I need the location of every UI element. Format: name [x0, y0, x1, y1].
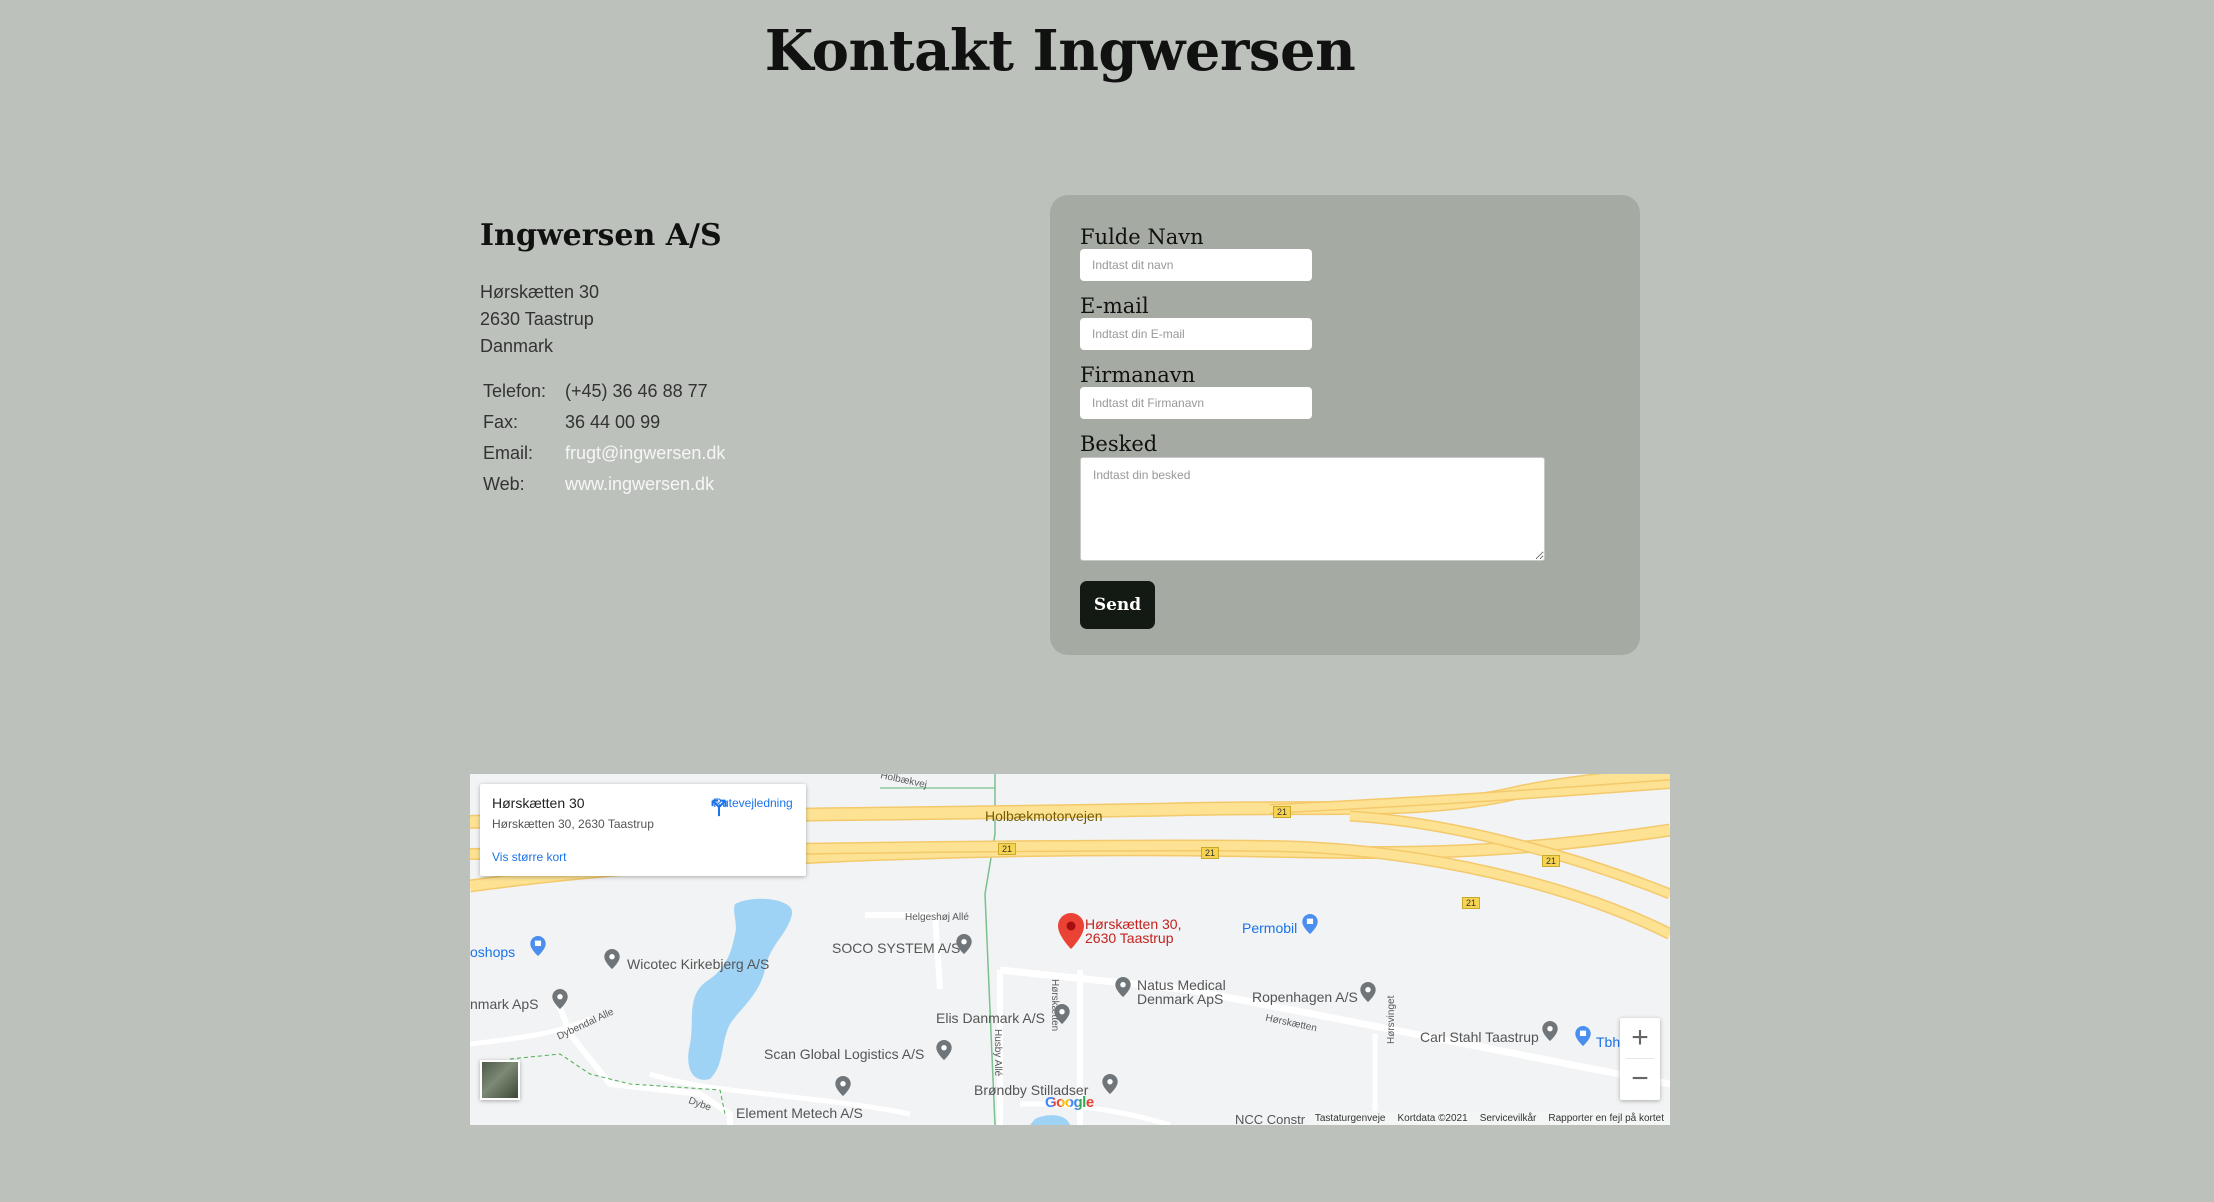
marker-label-line1: Hørskætten 30, — [1085, 916, 1182, 932]
google-logo-text: Google — [1045, 1094, 1094, 1111]
place-pin-icon — [1054, 1004, 1070, 1024]
email-link[interactable]: frugt@ingwersen.dk — [565, 443, 725, 464]
poi-carl-stahl[interactable]: Carl Stahl Taastrup — [1420, 1029, 1539, 1045]
company-input[interactable] — [1080, 387, 1312, 419]
place-pin-icon — [956, 934, 972, 954]
road-label-horsvinget: Hørsvinget — [1386, 995, 1397, 1044]
poi-ropenhagen[interactable]: Ropenhagen A/S — [1252, 989, 1358, 1005]
contact-row-email: Email: frugt@ingwersen.dk — [480, 438, 1040, 469]
message-textarea[interactable] — [1080, 457, 1545, 561]
map-data-label: Kortdata ©2021 — [1397, 1112, 1468, 1124]
company-address: Hørskætten 30 2630 Taastrup Danmark — [480, 279, 1040, 360]
report-error-link[interactable]: Rapporter en fejl på kortet — [1548, 1113, 1664, 1124]
road-label-husby: Husby Allé — [992, 1029, 1003, 1077]
road-label-helgeshoj: Helgeshøj Allé — [905, 912, 969, 923]
place-pin-icon — [1360, 982, 1376, 1002]
route-shield: 21 — [1462, 897, 1481, 909]
place-pin-icon — [1115, 977, 1131, 997]
route-shield: 21 — [1273, 806, 1292, 818]
address-street: Hørskætten 30 — [480, 282, 600, 302]
email-label: Email: — [483, 443, 534, 463]
contact-form: Fulde Navn E-mail Firmanavn Besked Send — [1050, 195, 1640, 655]
shop-pin-icon — [1575, 1026, 1591, 1046]
poi-scan-global[interactable]: Scan Global Logistics A/S — [764, 1046, 924, 1062]
poi-tbh[interactable]: Tbh — [1596, 1034, 1620, 1050]
map-pin-icon[interactable] — [1058, 913, 1084, 949]
place-pin-icon — [552, 989, 568, 1009]
shop-pin-icon — [530, 936, 546, 956]
contact-row-web: Web: www.ingwersen.dk — [480, 469, 1040, 500]
satellite-toggle[interactable] — [480, 1060, 520, 1100]
message-label: Besked — [1080, 432, 1158, 456]
zoom-controls: + − — [1620, 1018, 1660, 1100]
page-title: Kontakt Ingwersen — [764, 18, 1356, 84]
keyboard-shortcuts-link[interactable]: Tastaturgenveje — [1315, 1113, 1386, 1124]
fax-label: Fax: — [483, 412, 519, 432]
road-label-motorway: Holbækmotorvejen — [985, 808, 1103, 824]
company-info: Ingwersen A/S Hørskætten 30 2630 Taastru… — [480, 218, 1040, 500]
contact-row-fax: Fax: 36 44 00 99 — [480, 407, 1040, 438]
address-country: Danmark — [480, 336, 554, 356]
marker-label-line2: 2630 Taastrup — [1085, 930, 1174, 946]
info-card-address: Hørskætten 30, 2630 Taastrup — [492, 817, 654, 831]
route-shield: 21 — [1542, 855, 1561, 867]
map-info-card: Hørskætten 30 Hørskætten 30, 2630 Taastr… — [480, 784, 806, 876]
company-name: Ingwersen A/S — [480, 218, 722, 253]
view-larger-map-link[interactable]: Vis større kort — [492, 850, 566, 864]
phone-label: Telefon: — [483, 381, 547, 401]
send-button[interactable]: Send — [1080, 581, 1155, 629]
fax-value: 36 44 00 99 — [565, 412, 661, 432]
directions-icon — [711, 799, 727, 817]
name-input[interactable] — [1080, 249, 1312, 281]
shop-pin-icon — [1302, 914, 1318, 934]
route-shield: 21 — [1201, 847, 1220, 859]
zoom-in-button[interactable]: + — [1620, 1018, 1660, 1058]
poi-wicotec[interactable]: Wicotec Kirkebjerg A/S — [627, 956, 769, 972]
poi-oshops[interactable]: oshops — [470, 944, 515, 960]
place-pin-icon — [604, 949, 620, 969]
phone-value: (+45) 36 46 88 77 — [565, 381, 708, 401]
zoom-out-button[interactable]: − — [1620, 1059, 1660, 1099]
poi-element-metech[interactable]: Element Metech A/S — [736, 1105, 863, 1121]
poi-permobil[interactable]: Permobil — [1242, 920, 1297, 936]
web-link[interactable]: www.ingwersen.dk — [565, 474, 714, 495]
address-city: 2630 Taastrup — [480, 309, 594, 329]
contact-table: Telefon: (+45) 36 46 88 77 Fax: 36 44 00… — [480, 376, 1040, 500]
name-label: Fulde Navn — [1080, 225, 1204, 249]
web-label: Web: — [483, 474, 525, 494]
place-pin-icon — [835, 1076, 851, 1096]
place-pin-icon — [1102, 1074, 1118, 1094]
info-card-title: Hørskætten 30 — [492, 795, 585, 811]
poi-ncc[interactable]: NCC Constr — [1235, 1112, 1305, 1125]
poi-nmark[interactable]: nmark ApS — [470, 996, 538, 1012]
company-label: Firmanavn — [1080, 363, 1196, 387]
route-shield: 21 — [998, 843, 1017, 855]
place-pin-icon — [1542, 1021, 1558, 1041]
contact-row-phone: Telefon: (+45) 36 46 88 77 — [480, 376, 1040, 407]
google-logo: Google — [1045, 1094, 1094, 1111]
poi-natus-medical[interactable]: Natus Medical Denmark ApS — [1137, 978, 1237, 1006]
email-input[interactable] — [1080, 318, 1312, 350]
poi-elis-danmark[interactable]: Elis Danmark A/S — [936, 1010, 1045, 1026]
poi-soco-system[interactable]: SOCO SYSTEM A/S — [832, 940, 960, 956]
directions-button[interactable]: Rutevejledning — [708, 796, 798, 817]
place-pin-icon — [936, 1040, 952, 1060]
embedded-map[interactable]: Holbækmotorvejen Helgeshøj Allé Dybendal… — [470, 774, 1670, 1125]
map-footer: Tastaturgenveje Kortdata ©2021 Servicevi… — [1308, 1111, 1670, 1125]
terms-link[interactable]: Servicevilkår — [1480, 1113, 1537, 1124]
email-field-label: E-mail — [1080, 294, 1149, 318]
